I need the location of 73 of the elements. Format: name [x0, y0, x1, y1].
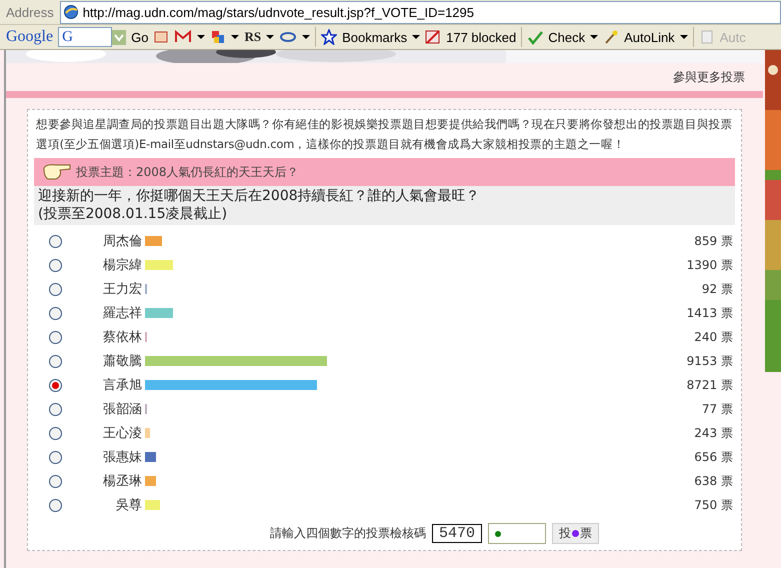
vote-count: 92 票 — [700, 280, 734, 298]
form-icon — [698, 29, 715, 45]
blocked-count[interactable]: 177 blocked — [446, 30, 516, 44]
vote-count: 656 票 — [693, 448, 734, 466]
candidate-name: 蕭敬騰 — [102, 353, 142, 370]
check-button[interactable]: Check — [548, 30, 586, 44]
radio-button[interactable] — [49, 306, 62, 320]
caret-icon[interactable] — [590, 33, 598, 41]
captcha-field[interactable] — [488, 523, 546, 544]
url-field[interactable]: http://mag.udn.com/mag/stars/udnvote_result.jsp?f_VOTE_ID=1295 — [60, 0, 781, 24]
spellcheck-icon[interactable] — [527, 29, 544, 45]
caret-icon[interactable] — [231, 33, 240, 41]
radio-button[interactable] — [49, 282, 62, 296]
radio-button[interactable] — [49, 474, 62, 488]
caret-icon[interactable] — [197, 33, 206, 41]
intro-paragraph: 想要參與追星調查局的投票題目出題大隊嗎？你有絕佳的影視娛樂投票題目想要提供給我們嗎？現在只要將你發想出的投票題目與投票選項(至少五個選項)E-mail至udnstars@udn.com，這樣你的投票題目就有機會成爲大家競相投票的主題之一喔！ — [35, 116, 734, 153]
pointing-hand-icon — [42, 162, 72, 182]
radio-button[interactable] — [49, 354, 62, 368]
bookmarks-button[interactable]: Bookmarks — [342, 30, 408, 44]
vote-count: 859 票 — [693, 232, 734, 250]
caret-icon[interactable] — [266, 33, 274, 41]
candidate-name: 吳尊 — [115, 497, 142, 514]
candidate-name: 楊丞琳 — [102, 473, 142, 490]
caret-icon[interactable] — [412, 33, 420, 41]
radio-button[interactable] — [49, 378, 62, 392]
vote-count: 750 票 — [693, 496, 734, 514]
caret-icon[interactable] — [302, 33, 310, 41]
more-polls-link[interactable]: 參與更多投票 — [673, 69, 745, 87]
dot-icon — [495, 530, 501, 536]
vote-button[interactable]: 投 票 — [552, 523, 599, 544]
candidate-name: 楊宗緯 — [102, 257, 142, 274]
vote-count: 1413 票 — [686, 304, 734, 322]
autolink-button[interactable]: AutoLink — [624, 30, 675, 44]
caret-icon[interactable] — [680, 33, 688, 41]
address-label: Address — [5, 4, 55, 20]
vote-count: 9153 票 — [686, 352, 734, 370]
candidate-name: 蔡依林 — [102, 329, 142, 346]
radio-button[interactable] — [49, 402, 62, 416]
cubes-icon[interactable] — [210, 29, 226, 45]
topic-title: 投票主題：2008人氣仍長紅的天王天后？ — [76, 164, 299, 180]
candidate-name: 張韶涵 — [102, 401, 142, 418]
blocked-icon — [425, 29, 442, 45]
search-field[interactable]: G — [58, 27, 112, 47]
go-button[interactable]: Go — [131, 30, 148, 44]
radio-button[interactable] — [49, 234, 62, 248]
google-logo[interactable]: Google — [6, 28, 54, 46]
candidate-name: 周杰倫 — [102, 233, 142, 250]
candidate-name: 王力宏 — [102, 281, 142, 298]
vote-count: 8721 票 — [686, 376, 734, 394]
mail-icon[interactable] — [174, 29, 192, 45]
radio-button[interactable] — [49, 258, 62, 272]
deadline-text: (投票至2008.01.15凌晨截止) — [38, 205, 228, 223]
candidate-name: 張惠妹 — [102, 449, 142, 466]
radio-button[interactable] — [49, 450, 62, 464]
captcha-code: 5470 — [432, 524, 482, 543]
candidate-name: 王心淩 — [102, 425, 142, 442]
vote-count: 638 票 — [693, 472, 734, 490]
rs-button[interactable]: RS — [244, 29, 262, 45]
captcha-label: 請輸入四個數字的投票檢核碼 — [270, 525, 426, 542]
vote-count: 1390 票 — [686, 256, 734, 274]
candidate-name: 言承旭 — [102, 377, 142, 394]
vote-count: 243 票 — [693, 424, 734, 442]
candidate-name: 羅志祥 — [102, 305, 142, 322]
radio-button[interactable] — [49, 426, 62, 440]
vote-count: 240 票 — [693, 328, 734, 346]
wand-icon[interactable] — [603, 29, 620, 45]
globe-icon — [62, 4, 79, 20]
radio-button[interactable] — [49, 498, 62, 512]
autofill-label: Autc — [720, 30, 746, 44]
radio-button[interactable] — [49, 330, 62, 344]
star-icon[interactable] — [321, 29, 338, 45]
question-text: 迎接新的一年，你挺哪個天王天后在2008持續長紅？誰的人氣會最旺？ — [38, 187, 481, 205]
vote-count: 77 票 — [700, 400, 734, 418]
